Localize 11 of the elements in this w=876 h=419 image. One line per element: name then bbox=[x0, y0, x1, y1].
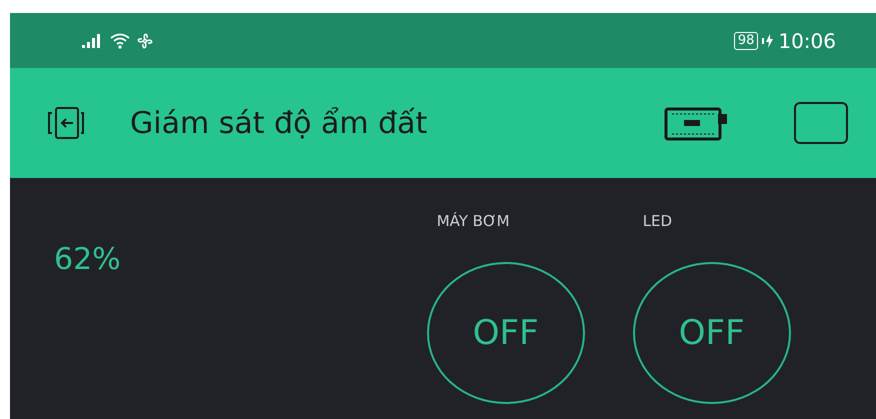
button-label: MÁY BƠM bbox=[436, 212, 510, 230]
moisture-value: 62% bbox=[54, 242, 121, 277]
toggle-button[interactable]: OFF bbox=[632, 262, 791, 404]
wifi-icon bbox=[110, 32, 130, 48]
battery-level: 98 bbox=[734, 32, 758, 50]
toggle-button[interactable]: OFF bbox=[426, 262, 585, 404]
button-label: LED bbox=[642, 212, 672, 230]
clock-time: 10:06 bbox=[778, 28, 836, 52]
project-title: Giám sát độ ẩm đất bbox=[130, 106, 428, 140]
fan-icon bbox=[136, 32, 154, 50]
charging-icon bbox=[762, 32, 774, 48]
